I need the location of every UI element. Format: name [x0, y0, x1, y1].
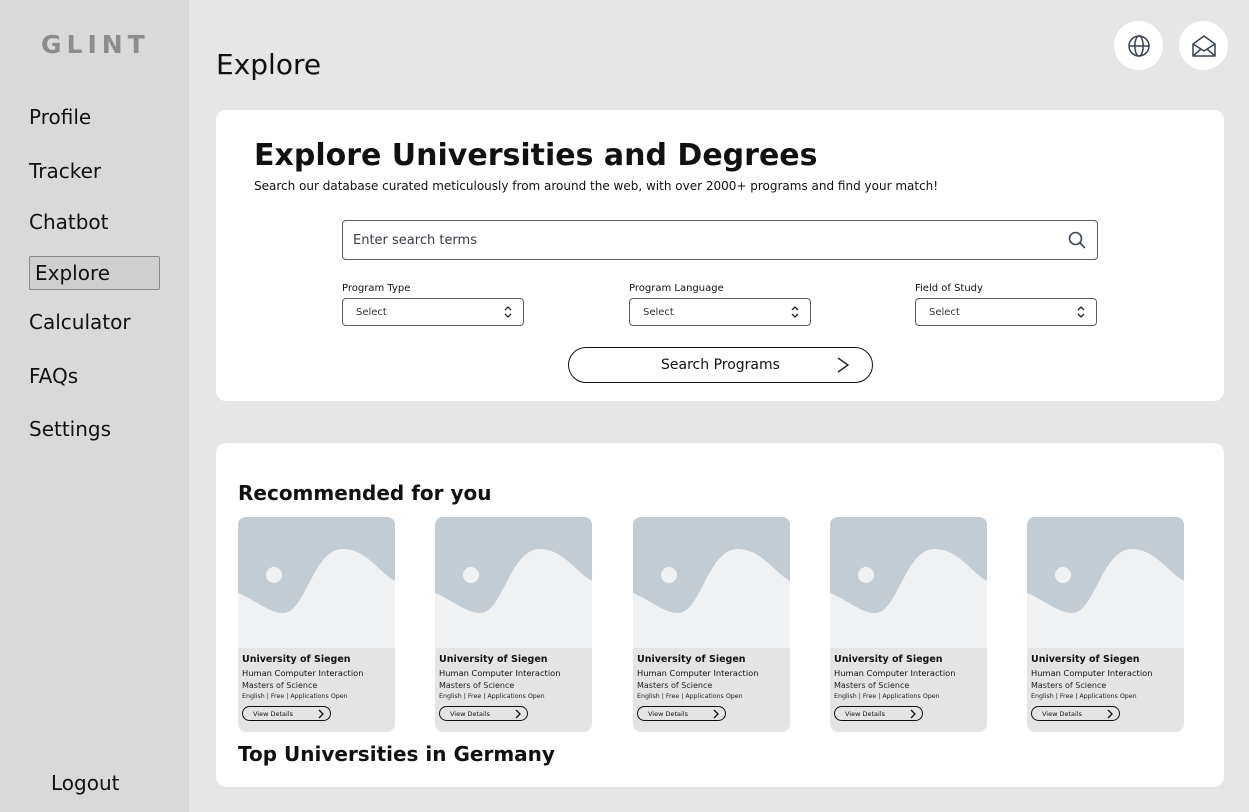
program-type-label: Program Type [342, 283, 411, 294]
degree-name: Masters of Science [242, 681, 318, 690]
sidebar-item-tracker[interactable]: Tracker [29, 159, 101, 183]
sidebar-item-calculator[interactable]: Calculator [29, 310, 131, 334]
search-programs-label: Search Programs [661, 357, 780, 373]
field-of-study-select[interactable]: Select [915, 298, 1097, 326]
field-of-study-value: Select [929, 306, 960, 318]
degree-name: Masters of Science [834, 681, 910, 690]
search-icon[interactable] [1057, 221, 1097, 259]
program-type-value: Select [356, 306, 387, 318]
program-info: University of Siegen Human Computer Inter… [242, 654, 391, 700]
program-info: University of Siegen Human Computer Inter… [834, 654, 983, 700]
degree-name: Masters of Science [439, 681, 515, 690]
view-details-label: View Details [648, 709, 689, 718]
app-logo[interactable]: GLINT [41, 30, 150, 59]
updown-icon [1077, 306, 1085, 318]
program-meta: English | Free | Applications Open [834, 693, 940, 700]
sidebar-item-chatbot[interactable]: Chatbot [29, 210, 109, 234]
program-meta: English | Free | Applications Open [439, 693, 545, 700]
image-placeholder-icon [1027, 517, 1184, 648]
program-meta: English | Free | Applications Open [242, 693, 348, 700]
view-details-label: View Details [253, 709, 294, 718]
updown-icon [791, 306, 799, 318]
course-name: Human Computer Interaction [439, 668, 561, 678]
view-details-button[interactable]: View Details [834, 706, 923, 721]
course-name: Human Computer Interaction [637, 668, 759, 678]
chevron-right-icon [713, 709, 719, 719]
program-meta: English | Free | Applications Open [637, 693, 743, 700]
degree-name: Masters of Science [637, 681, 713, 690]
degree-name: Masters of Science [1031, 681, 1107, 690]
chevron-right-icon [1107, 709, 1113, 719]
view-details-label: View Details [1042, 709, 1083, 718]
program-language-value: Select [643, 306, 674, 318]
image-placeholder-icon [238, 517, 395, 648]
view-details-button[interactable]: View Details [1031, 706, 1120, 721]
mail-icon [1191, 34, 1216, 57]
view-details-label: View Details [450, 709, 491, 718]
field-of-study-label: Field of Study [915, 283, 983, 294]
sidebar-item-profile[interactable]: Profile [29, 105, 91, 129]
recommended-title: Recommended for you [238, 481, 492, 505]
university-name: University of Siegen [439, 654, 548, 665]
messages-button[interactable] [1179, 21, 1228, 70]
globe-icon [1127, 34, 1150, 57]
program-meta: English | Free | Applications Open [1031, 693, 1137, 700]
university-name: University of Siegen [834, 654, 943, 665]
logout-button[interactable]: Logout [51, 771, 119, 795]
search-panel-title: Explore Universities and Degrees [254, 138, 818, 173]
program-info: University of Siegen Human Computer Inter… [439, 654, 588, 700]
view-details-button[interactable]: View Details [242, 706, 331, 721]
chevron-right-icon [910, 709, 916, 719]
program-language-label: Program Language [629, 283, 724, 294]
top-universities-title: Top Universities in Germany [238, 742, 555, 766]
program-card[interactable]: University of Siegen Human Computer Inter… [633, 517, 790, 732]
program-card[interactable]: University of Siegen Human Computer Inter… [1027, 517, 1184, 732]
sidebar-item-explore[interactable]: Explore [29, 256, 160, 290]
search-programs-button[interactable]: Search Programs [568, 347, 873, 383]
search-placeholder: Enter search terms [353, 232, 477, 248]
course-name: Human Computer Interaction [834, 668, 956, 678]
sidebar-item-settings[interactable]: Settings [29, 417, 111, 441]
university-name: University of Siegen [242, 654, 351, 665]
university-name: University of Siegen [1031, 654, 1140, 665]
sidebar-item-faqs[interactable]: FAQs [29, 364, 78, 388]
program-card[interactable]: University of Siegen Human Computer Inter… [830, 517, 987, 732]
recommended-panel: Recommended for you University of Siegen… [216, 443, 1224, 787]
chevron-right-icon [318, 709, 324, 719]
search-panel-subtitle: Search our database curated meticulously… [254, 179, 939, 193]
chevron-right-icon [837, 357, 850, 373]
course-name: Human Computer Interaction [242, 668, 364, 678]
view-details-button[interactable]: View Details [439, 706, 528, 721]
search-input[interactable]: Enter search terms [342, 220, 1098, 260]
university-name: University of Siegen [637, 654, 746, 665]
image-placeholder-icon [830, 517, 987, 648]
program-card[interactable]: University of Siegen Human Computer Inter… [435, 517, 592, 732]
view-details-label: View Details [845, 709, 886, 718]
course-name: Human Computer Interaction [1031, 668, 1153, 678]
view-details-button[interactable]: View Details [637, 706, 726, 721]
image-placeholder-icon [435, 517, 592, 648]
language-button[interactable] [1114, 21, 1163, 70]
search-panel: Explore Universities and Degrees Search … [216, 110, 1224, 401]
program-type-select[interactable]: Select [342, 298, 524, 326]
image-placeholder-icon [633, 517, 790, 648]
page-title: Explore [216, 48, 322, 81]
program-info: University of Siegen Human Computer Inter… [1031, 654, 1180, 700]
program-info: University of Siegen Human Computer Inter… [637, 654, 786, 700]
program-language-select[interactable]: Select [629, 298, 811, 326]
updown-icon [504, 306, 512, 318]
chevron-right-icon [515, 709, 521, 719]
sidebar: GLINT Profile Tracker Chatbot Explore Ca… [0, 0, 189, 812]
program-card[interactable]: University of Siegen Human Computer Inter… [238, 517, 395, 732]
